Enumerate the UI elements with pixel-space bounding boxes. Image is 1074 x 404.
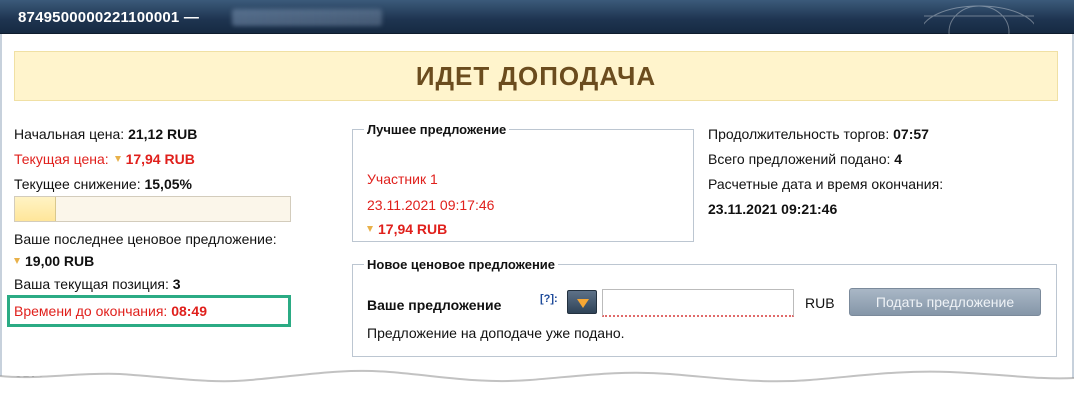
best-offer-datetime: 23.11.2021 09:17:46: [367, 197, 495, 213]
down-arrow-icon: [14, 258, 20, 264]
help-link[interactable]: [?]:: [540, 293, 558, 305]
current-reduction-label: Текущее снижение:: [14, 176, 141, 192]
best-offer-box: Лучшее предложение Участник 1 23.11.2021…: [352, 122, 694, 242]
duration-row: Продолжительность торгов: 07:57: [708, 126, 929, 142]
current-price-label: Текущая цена:: [14, 151, 109, 167]
title-bar: 8749500000221100001 —: [0, 0, 1074, 34]
down-arrow-icon: [114, 156, 121, 162]
best-offer-price: 17,94 RUB: [378, 221, 448, 237]
position-row: Ваша текущая позиция: 3: [14, 276, 181, 292]
offers-count-row: Всего предложений подано: 4: [708, 151, 902, 167]
position-label: Ваша текущая позиция:: [14, 276, 169, 292]
globe-icon: [924, 5, 1034, 34]
last-offer-label: Ваше последнее ценовое предложение:: [14, 231, 277, 247]
duration-label: Продолжительность торгов:: [708, 126, 890, 142]
status-title: ИДЕТ ДОПОДАЧА: [415, 60, 657, 91]
end-time-value: 23.11.2021 09:21:46: [708, 201, 838, 217]
last-offer-value: 19,00 RUB: [25, 253, 95, 269]
reduction-progress-bar: [14, 196, 291, 222]
submit-offer-button[interactable]: Подать предложение: [849, 288, 1041, 316]
best-offer-legend: Лучшее предложение: [367, 122, 507, 137]
start-price-value: 21,12 RUB: [128, 126, 198, 142]
current-reduction-row: Текущее снижение: 15,05%: [14, 176, 192, 192]
offers-count-value: 4: [894, 151, 903, 167]
start-price-label: Начальная цена:: [14, 126, 125, 142]
offers-count-label: Всего предложений подано:: [708, 151, 891, 167]
blurred-lot-name: [232, 9, 382, 26]
lot-number: 8749500000221100001 —: [18, 9, 200, 26]
best-offer-participant: Участник 1: [367, 171, 438, 187]
current-price-value: 17,94 RUB: [125, 151, 195, 167]
offer-note: Предложение на доподаче уже подано.: [367, 325, 625, 341]
price-step-dropdown-button[interactable]: [567, 290, 597, 314]
current-price-row: Текущая цена: 17,94 RUB: [14, 151, 195, 167]
position-value: 3: [172, 276, 181, 292]
time-left-highlight: [7, 295, 291, 327]
best-offer-price-row: 17,94 RUB: [367, 221, 447, 237]
offer-currency: RUB: [805, 295, 835, 311]
new-offer-legend: Новое ценовое предложение: [367, 257, 556, 272]
down-arrow-icon: [367, 226, 373, 232]
your-offer-label: Ваше предложение: [367, 297, 502, 313]
current-reduction-value: 15,05%: [144, 176, 192, 192]
last-offer-row: 19,00 RUB: [14, 253, 94, 269]
duration-value: 07:57: [893, 126, 929, 142]
start-price-row: Начальная цена: 21,12 RUB: [14, 126, 197, 142]
end-time-label: Расчетные дата и время окончания:: [708, 176, 944, 192]
status-banner: ИДЕТ ДОПОДАЧА: [14, 51, 1058, 101]
torn-edge: [0, 369, 1074, 404]
reduction-progress-fill: [15, 197, 57, 221]
offer-input[interactable]: [602, 289, 794, 317]
